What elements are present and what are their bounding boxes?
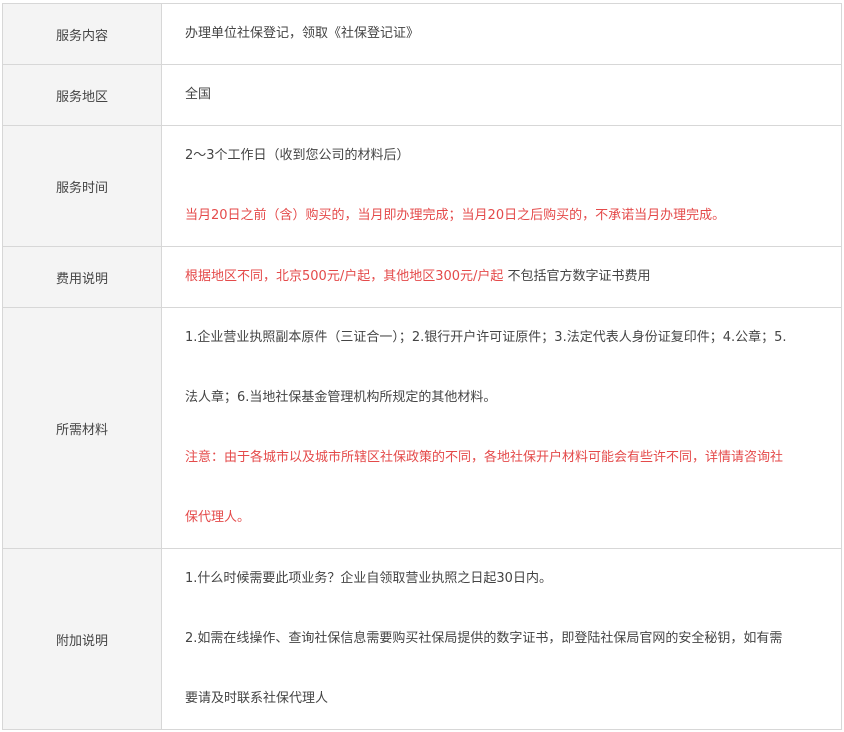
service-area-text: 全国 (185, 87, 212, 102)
materials-note-line-2: 保代理人。 (185, 510, 251, 525)
additional-line-1: 1.什么时候需要此项业务？企业自领取营业执照之日起30日内。 (185, 571, 552, 586)
row-label-service-time: 服务时间 (2, 125, 162, 247)
fee-exclusion-text: 不包括官方数字证书费用 (503, 269, 651, 284)
table-row: 服务地区 全国 (2, 64, 842, 126)
service-time-note: 当月20日之前（含）购买的，当月即办理完成；当月20日之后购买的，不承诺当月办理… (185, 208, 726, 223)
row-value-service-content: 办理单位社保登记，领取《社保登记证》 (161, 3, 842, 65)
additional-line-3: 要请及时联系社保代理人 (185, 691, 329, 706)
table-row: 服务内容 办理单位社保登记，领取《社保登记证》 (2, 3, 842, 65)
row-label-service-content: 服务内容 (2, 3, 162, 65)
row-label-materials: 所需材料 (2, 307, 162, 549)
fee-line: 根据地区不同，北京500元/户起，其他地区300元/户起 不包括官方数字证书费用 (185, 247, 835, 307)
table-row: 服务时间 2～3个工作日（收到您公司的材料后） 当月20日之前（含）购买的，当月… (2, 125, 842, 247)
row-value-service-area: 全国 (161, 64, 842, 126)
table-row: 附加说明 1.什么时候需要此项业务？企业自领取营业执照之日起30日内。 2.如需… (2, 548, 842, 730)
row-value-additional: 1.什么时候需要此项业务？企业自领取营业执照之日起30日内。 2.如需在线操作、… (161, 548, 842, 730)
row-value-service-time: 2～3个工作日（收到您公司的材料后） 当月20日之前（含）购买的，当月即办理完成… (161, 125, 842, 247)
materials-note-line-1: 注意：由于各城市以及城市所辖区社保政策的不同，各地社保开户材料可能会有些许不同，… (185, 450, 784, 465)
materials-line-1: 1.企业营业执照副本原件（三证合一）；2.银行开户许可证原件；3.法定代表人身份… (185, 330, 787, 345)
service-info-table: 服务内容 办理单位社保登记，领取《社保登记证》 服务地区 全国 服务时间 2～3… (2, 3, 842, 730)
row-label-fee: 费用说明 (2, 246, 162, 308)
service-time-text: 2～3个工作日（收到您公司的材料后） (185, 148, 410, 163)
materials-line-2: 法人章；6.当地社保基金管理机构所规定的其他材料。 (185, 390, 497, 405)
table-row: 费用说明 根据地区不同，北京500元/户起，其他地区300元/户起 不包括官方数… (2, 246, 842, 308)
fee-price-text: 根据地区不同，北京500元/户起，其他地区300元/户起 (185, 269, 504, 284)
row-value-fee: 根据地区不同，北京500元/户起，其他地区300元/户起 不包括官方数字证书费用 (161, 246, 842, 308)
service-content-text: 办理单位社保登记，领取《社保登记证》 (185, 26, 420, 41)
row-label-service-area: 服务地区 (2, 64, 162, 126)
additional-line-2: 2.如需在线操作、查询社保信息需要购买社保局提供的数字证书，即登陆社保局官网的安… (185, 631, 783, 646)
table-row: 所需材料 1.企业营业执照副本原件（三证合一）；2.银行开户许可证原件；3.法定… (2, 307, 842, 549)
row-value-materials: 1.企业营业执照副本原件（三证合一）；2.银行开户许可证原件；3.法定代表人身份… (161, 307, 842, 549)
row-label-additional: 附加说明 (2, 548, 162, 730)
